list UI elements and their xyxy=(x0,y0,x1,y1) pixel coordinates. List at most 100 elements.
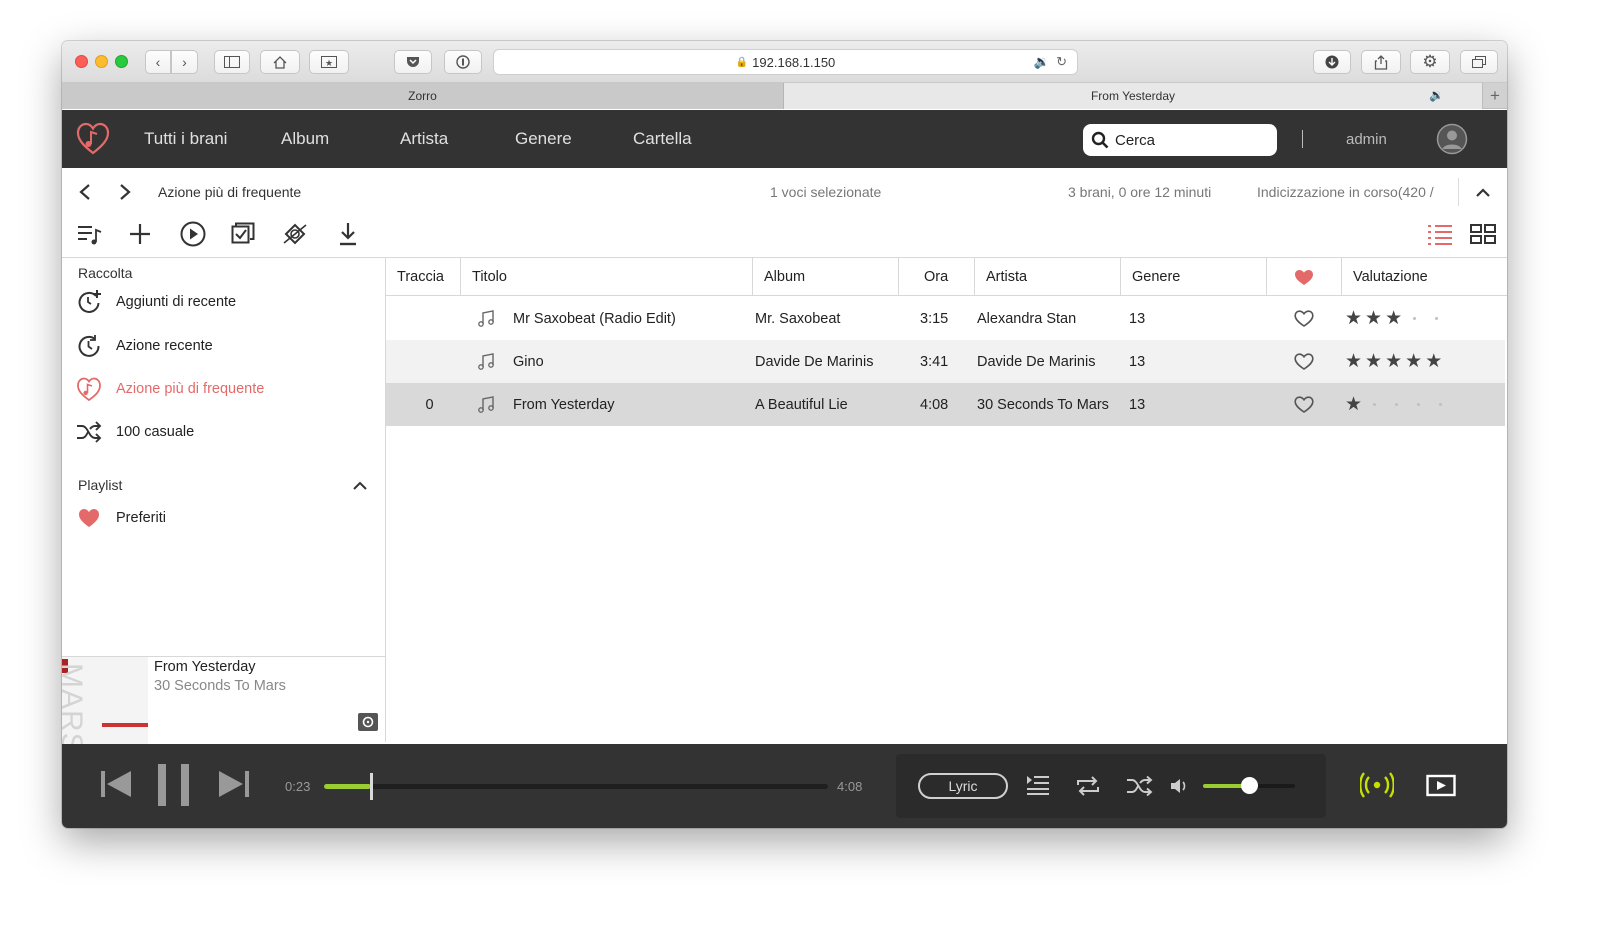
star-filled-icon[interactable]: ★ xyxy=(1385,309,1402,328)
playlist-add-button[interactable] xyxy=(76,220,104,248)
star-empty-icon[interactable] xyxy=(1373,403,1377,406)
minimize-window-button[interactable] xyxy=(95,55,108,68)
play-button[interactable] xyxy=(179,220,207,248)
sidebar-item-random[interactable]: 100 casuale xyxy=(76,418,194,446)
star-empty-icon[interactable] xyxy=(1417,403,1421,406)
nav-all-songs[interactable]: Tutti i brani xyxy=(144,129,227,149)
list-view-button[interactable] xyxy=(1426,220,1454,248)
nav-album[interactable]: Album xyxy=(281,129,329,149)
rating-stars[interactable]: ★ ★ ★ xyxy=(1342,297,1507,340)
reload-icon[interactable]: ↻ xyxy=(1056,54,1067,69)
home-button[interactable] xyxy=(260,50,300,74)
chevron-up-icon[interactable] xyxy=(352,480,368,491)
shuffle-icon[interactable] xyxy=(1126,776,1154,796)
bookmarks-button[interactable]: ★ xyxy=(309,50,349,74)
tab-from-yesterday[interactable]: From Yesterday 🔉 xyxy=(784,83,1482,109)
nav-genre[interactable]: Genere xyxy=(515,129,572,149)
star-empty-icon[interactable] xyxy=(1439,403,1443,406)
column-title[interactable]: Titolo xyxy=(461,258,753,296)
repeat-icon[interactable] xyxy=(1074,775,1102,797)
star-filled-icon[interactable]: ★ xyxy=(1405,352,1422,371)
column-artist[interactable]: Artista xyxy=(975,258,1121,296)
header-divider xyxy=(1302,130,1303,148)
tab-zorro[interactable]: Zorro xyxy=(62,83,784,109)
star-filled-icon[interactable]: ★ xyxy=(1345,395,1362,414)
star-empty-icon[interactable] xyxy=(1395,403,1399,406)
chevron-up-icon[interactable] xyxy=(1475,187,1491,199)
nav-artist[interactable]: Artista xyxy=(400,129,448,149)
new-tab-button[interactable]: + xyxy=(1482,83,1507,109)
settings-button[interactable]: ⚙ xyxy=(1410,50,1450,74)
user-avatar-icon[interactable] xyxy=(1436,123,1468,155)
volume-slider[interactable] xyxy=(1203,777,1295,794)
back-button[interactable]: ‹ xyxy=(145,50,171,74)
search-input[interactable]: Cerca xyxy=(1083,124,1277,156)
table-row[interactable]: 0 From Yesterday A Beautiful Lie 4:08 30 Sec… xyxy=(386,383,1505,426)
table-row[interactable]: Gino Davide De Marinis 3:41 Davide De Marin… xyxy=(386,340,1505,383)
sidebar-toggle-button[interactable] xyxy=(214,50,250,74)
convert-button[interactable] xyxy=(281,220,309,248)
password-button[interactable] xyxy=(444,50,482,74)
playlist-queue-icon[interactable] xyxy=(1026,775,1050,795)
tab-audio-icon[interactable]: 🔉 xyxy=(1429,88,1444,102)
star-empty-icon[interactable] xyxy=(1413,317,1417,320)
rating-stars[interactable]: ★ ★ ★ ★ ★ xyxy=(1342,340,1507,383)
lyric-button[interactable]: Lyric xyxy=(918,773,1008,799)
volume-icon[interactable] xyxy=(1170,777,1190,795)
sidebar-item-label: Azione recente xyxy=(116,338,213,354)
sidebar-item-most-played[interactable]: Azione più di frequente xyxy=(76,375,264,403)
star-filled-icon[interactable]: ★ xyxy=(1365,309,1382,328)
download-button[interactable] xyxy=(334,220,362,248)
username[interactable]: admin xyxy=(1346,131,1387,148)
column-time[interactable]: Ora xyxy=(899,258,975,296)
nav-folder[interactable]: Cartella xyxy=(633,129,692,149)
star-filled-icon[interactable]: ★ xyxy=(1385,352,1402,371)
broadcast-icon[interactable] xyxy=(1360,771,1394,799)
tabs-overview-button[interactable] xyxy=(1460,50,1498,74)
sidebar-item-recently-played[interactable]: Azione recente xyxy=(76,332,213,360)
progress-handle[interactable] xyxy=(370,773,374,800)
album-cover[interactable]: MARS xyxy=(62,657,148,744)
chevron-left-icon[interactable] xyxy=(78,183,92,201)
pause-button[interactable] xyxy=(157,763,191,807)
favorite-toggle[interactable] xyxy=(1267,297,1342,340)
speaker-muted-icon[interactable]: 🔉 xyxy=(1034,54,1050,69)
column-track[interactable]: Traccia xyxy=(386,258,461,296)
close-window-button[interactable] xyxy=(75,55,88,68)
audio-station-logo-icon[interactable] xyxy=(76,122,110,156)
sidebar-item-recently-added[interactable]: Aggiunti di recente xyxy=(76,288,236,316)
star-filled-icon[interactable]: ★ xyxy=(1345,309,1362,328)
favorite-toggle[interactable] xyxy=(1267,383,1342,426)
bookmark-star-icon: ★ xyxy=(321,56,337,68)
table-row[interactable]: Mr Saxobeat (Radio Edit) Mr. Saxobeat 3:15… xyxy=(386,297,1505,340)
volume-handle[interactable] xyxy=(1241,777,1258,794)
grid-view-icon xyxy=(1470,224,1496,244)
column-rating[interactable]: Valutazione xyxy=(1342,258,1507,296)
pocket-button[interactable] xyxy=(394,50,432,74)
song-title-cell: From Yesterday xyxy=(461,383,753,426)
next-track-button[interactable] xyxy=(218,769,250,799)
previous-track-button[interactable] xyxy=(100,769,132,799)
rating-stars[interactable]: ★ xyxy=(1342,383,1507,426)
progress-slider[interactable] xyxy=(324,773,828,800)
star-filled-icon[interactable]: ★ xyxy=(1345,352,1362,371)
forward-button[interactable]: › xyxy=(171,50,198,74)
chevron-right-icon[interactable] xyxy=(118,183,132,201)
share-button[interactable] xyxy=(1361,50,1401,74)
column-album[interactable]: Album xyxy=(753,258,899,296)
address-bar[interactable]: 🔒 192.168.1.150 🔉 ↻ xyxy=(493,49,1078,75)
playlist-item-favorites[interactable]: Preferiti xyxy=(76,504,166,532)
star-filled-icon[interactable]: ★ xyxy=(1365,352,1382,371)
column-favorite[interactable] xyxy=(1267,258,1342,296)
star-filled-icon[interactable]: ★ xyxy=(1425,352,1442,371)
cover-expand-button[interactable] xyxy=(358,713,378,731)
column-genre[interactable]: Genere xyxy=(1121,258,1267,296)
media-output-icon[interactable] xyxy=(1426,774,1456,798)
thumbnail-view-button[interactable] xyxy=(1469,220,1497,248)
maximize-window-button[interactable] xyxy=(115,55,128,68)
select-button[interactable] xyxy=(229,220,257,248)
downloads-button[interactable] xyxy=(1313,50,1351,74)
add-button[interactable] xyxy=(126,220,154,248)
favorite-toggle[interactable] xyxy=(1267,340,1342,383)
star-empty-icon[interactable] xyxy=(1435,317,1439,320)
